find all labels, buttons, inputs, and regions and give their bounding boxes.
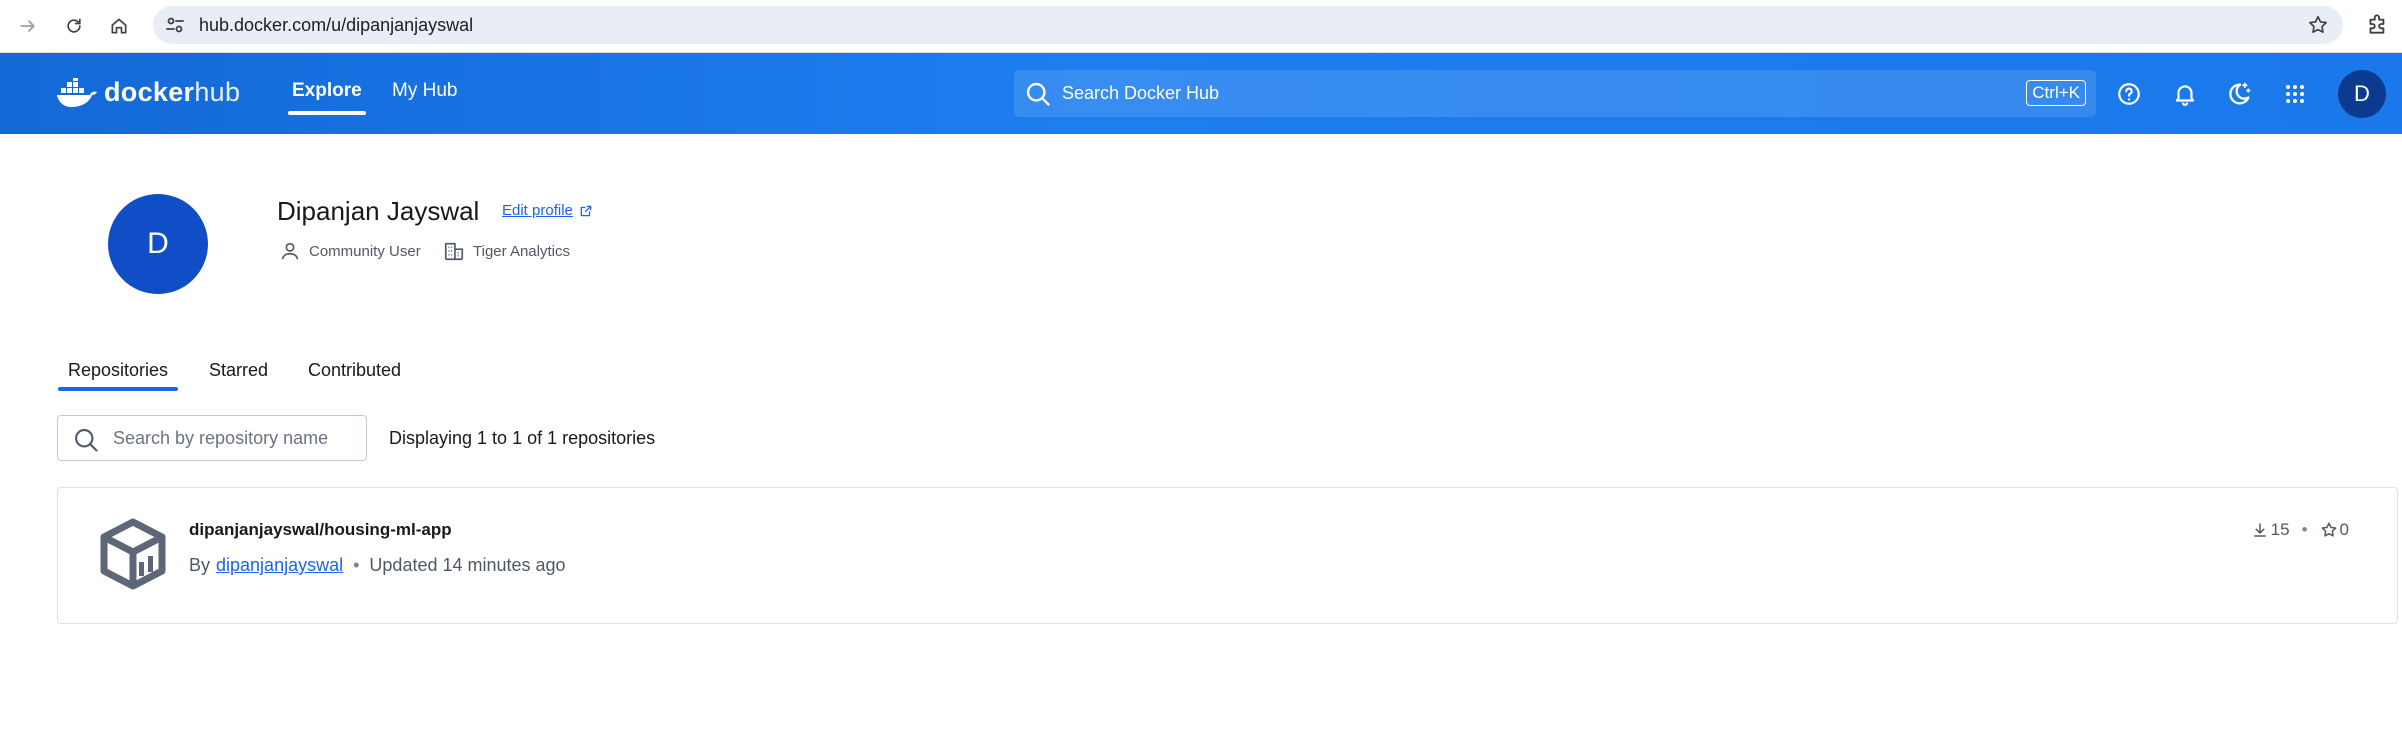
nav-explore[interactable]: Explore bbox=[288, 80, 366, 115]
star-count-value: 0 bbox=[2339, 520, 2349, 539]
search-shortcut-badge: Ctrl+K bbox=[2026, 80, 2086, 106]
hub-header: dockerhub Explore My Hub Search Docker H… bbox=[0, 53, 2402, 134]
logo-text: dockerhub bbox=[104, 77, 241, 107]
search-icon bbox=[72, 426, 100, 459]
url-text[interactable]: hub.docker.com/u/dipanjanjayswal bbox=[199, 6, 473, 44]
arrow-right-icon bbox=[20, 20, 35, 32]
building-icon bbox=[444, 242, 464, 261]
tab-starred[interactable]: Starred bbox=[209, 360, 268, 381]
forward-button[interactable] bbox=[10, 9, 46, 43]
reload-icon bbox=[67, 18, 81, 33]
repository-search-input[interactable] bbox=[113, 424, 358, 452]
search-icon bbox=[1024, 80, 1052, 113]
download-count-value: 15 bbox=[2270, 520, 2290, 539]
download-icon bbox=[2253, 523, 2266, 537]
profile-name: Dipanjan Jayswal bbox=[277, 196, 480, 226]
extensions-button[interactable] bbox=[2365, 11, 2391, 42]
repository-owner-link[interactable]: dipanjanjayswal bbox=[216, 555, 343, 576]
apps-grid-icon[interactable] bbox=[2281, 80, 2309, 108]
edit-profile-label: Edit profile bbox=[502, 202, 573, 219]
profile-role-text: Community User bbox=[309, 242, 421, 260]
address-bar[interactable]: hub.docker.com/u/dipanjanjayswal bbox=[153, 6, 2343, 44]
hub-search-bar[interactable]: Search Docker Hub Ctrl+K bbox=[1014, 70, 2096, 117]
reload-button[interactable] bbox=[56, 9, 92, 43]
profile-role: Community User bbox=[279, 240, 421, 262]
edit-profile-link[interactable]: Edit profile bbox=[502, 202, 593, 219]
profile-company: Tiger Analytics bbox=[443, 240, 570, 262]
browser-toolbar: hub.docker.com/u/dipanjanjayswal bbox=[0, 0, 2402, 53]
repository-updated: Updated 14 minutes ago bbox=[369, 555, 566, 575]
repository-by-label: By bbox=[189, 555, 211, 575]
download-count: 15 bbox=[2251, 520, 2290, 540]
external-link-icon bbox=[580, 205, 592, 216]
separator-dot: • bbox=[353, 555, 360, 575]
docker-hub-logo[interactable]: dockerhub bbox=[56, 77, 240, 108]
repository-box-icon bbox=[98, 518, 168, 595]
repository-meta: By dipanjanjayswal • Updated 14 minutes … bbox=[189, 555, 566, 576]
profile-company-text: Tiger Analytics bbox=[473, 242, 570, 260]
separator-dot: • bbox=[2301, 520, 2308, 539]
bell-icon[interactable] bbox=[2171, 80, 2199, 108]
repository-name[interactable]: dipanjanjayswal/housing-ml-app bbox=[189, 520, 452, 540]
theme-icon[interactable] bbox=[2225, 80, 2253, 108]
nav-my-hub[interactable]: My Hub bbox=[392, 80, 457, 102]
user-avatar-button[interactable]: D bbox=[2338, 70, 2386, 118]
star-icon bbox=[2321, 522, 2336, 537]
home-button[interactable] bbox=[101, 9, 137, 43]
docker-whale-icon bbox=[57, 77, 97, 107]
user-icon bbox=[281, 242, 299, 260]
repository-stats: 15 • 0 bbox=[2251, 520, 2349, 540]
puzzle-icon bbox=[2369, 14, 2385, 34]
tab-contributed[interactable]: Contributed bbox=[308, 360, 401, 381]
repository-search[interactable] bbox=[57, 415, 367, 461]
home-icon bbox=[111, 18, 127, 34]
bookmark-star-icon[interactable] bbox=[2307, 14, 2329, 41]
help-icon[interactable] bbox=[2115, 80, 2143, 108]
repository-count-text: Displaying 1 to 1 of 1 repositories bbox=[389, 428, 656, 448]
star-count: 0 bbox=[2320, 520, 2349, 540]
hub-search-placeholder: Search Docker Hub bbox=[1062, 83, 1220, 103]
site-settings-icon[interactable] bbox=[163, 13, 187, 42]
tab-repositories[interactable]: Repositories bbox=[57, 360, 179, 391]
profile-avatar: D bbox=[108, 194, 208, 294]
repository-card[interactable]: dipanjanjayswal/housing-ml-app By dipanj… bbox=[57, 487, 2398, 624]
